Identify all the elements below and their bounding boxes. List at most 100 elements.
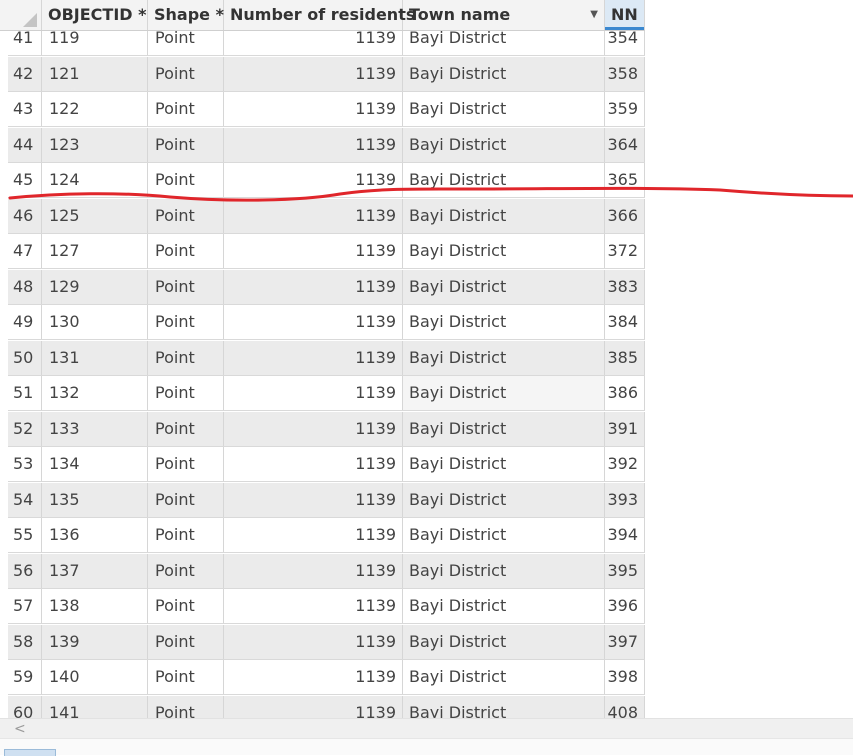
shape-cell[interactable]: Point: [148, 412, 224, 446]
residents-cell[interactable]: 1139: [224, 518, 403, 552]
dropdown-arrow-icon[interactable]: ▼: [590, 0, 598, 30]
objectid-cell[interactable]: 141: [42, 696, 148, 719]
residents-cell[interactable]: 1139: [224, 589, 403, 623]
residents-cell[interactable]: 1139: [224, 341, 403, 375]
town-cell[interactable]: Bayi District: [403, 518, 605, 552]
town-cell[interactable]: Bayi District: [403, 447, 605, 481]
table-row[interactable]: 43122Point1139Bayi District359: [8, 92, 645, 127]
row-number[interactable]: 55: [8, 518, 42, 552]
table-row[interactable]: 54135Point1139Bayi District393: [8, 483, 645, 518]
shape-cell[interactable]: Point: [148, 447, 224, 481]
horizontal-scrollbar[interactable]: <: [0, 718, 853, 739]
row-number[interactable]: 59: [8, 660, 42, 694]
shape-cell[interactable]: Point: [148, 199, 224, 233]
row-number[interactable]: 53: [8, 447, 42, 481]
table-row[interactable]: 60141Point1139Bayi District408: [8, 696, 645, 719]
nn-cell[interactable]: 395: [605, 554, 645, 588]
shape-cell[interactable]: Point: [148, 128, 224, 162]
town-cell[interactable]: Bayi District: [403, 589, 605, 623]
scroll-left-icon[interactable]: <: [14, 719, 26, 739]
shape-cell[interactable]: Point: [148, 92, 224, 126]
objectid-cell[interactable]: 127: [42, 234, 148, 268]
residents-cell[interactable]: 1139: [224, 92, 403, 126]
objectid-cell[interactable]: 138: [42, 589, 148, 623]
table-row[interactable]: 47127Point1139Bayi District372: [8, 234, 645, 269]
town-cell[interactable]: Bayi District: [403, 554, 605, 588]
row-number[interactable]: 56: [8, 554, 42, 588]
row-number[interactable]: 50: [8, 341, 42, 375]
town-cell[interactable]: Bayi District: [403, 660, 605, 694]
nn-cell[interactable]: 408: [605, 696, 645, 719]
town-cell[interactable]: Bayi District: [403, 696, 605, 719]
table-row[interactable]: 48129Point1139Bayi District383: [8, 270, 645, 305]
table-row[interactable]: 55136Point1139Bayi District394: [8, 518, 645, 553]
objectid-cell[interactable]: 121: [42, 57, 148, 91]
town-cell[interactable]: Bayi District: [403, 376, 605, 410]
table-row[interactable]: 56137Point1139Bayi District395: [8, 554, 645, 589]
shape-cell[interactable]: Point: [148, 305, 224, 339]
shape-cell[interactable]: Point: [148, 234, 224, 268]
objectid-cell[interactable]: 136: [42, 518, 148, 552]
objectid-cell[interactable]: 139: [42, 625, 148, 659]
shape-cell[interactable]: Point: [148, 270, 224, 304]
nn-cell[interactable]: 393: [605, 483, 645, 517]
residents-cell[interactable]: 1139: [224, 57, 403, 91]
objectid-cell[interactable]: 133: [42, 412, 148, 446]
row-number[interactable]: 52: [8, 412, 42, 446]
nn-cell[interactable]: 372: [605, 234, 645, 268]
row-number[interactable]: 60: [8, 696, 42, 719]
objectid-cell[interactable]: 134: [42, 447, 148, 481]
row-number[interactable]: 58: [8, 625, 42, 659]
row-number[interactable]: 46: [8, 199, 42, 233]
row-number[interactable]: 49: [8, 305, 42, 339]
row-number[interactable]: 47: [8, 234, 42, 268]
shape-cell[interactable]: Point: [148, 696, 224, 719]
town-cell[interactable]: Bayi District: [403, 625, 605, 659]
residents-cell[interactable]: 1139: [224, 447, 403, 481]
nn-cell[interactable]: 392: [605, 447, 645, 481]
residents-cell[interactable]: 1139: [224, 305, 403, 339]
residents-cell[interactable]: 1139: [224, 483, 403, 517]
nn-cell[interactable]: 365: [605, 163, 645, 197]
town-cell[interactable]: Bayi District: [403, 341, 605, 375]
town-cell[interactable]: Bayi District: [403, 270, 605, 304]
town-cell[interactable]: Bayi District: [403, 92, 605, 126]
nn-cell[interactable]: 366: [605, 199, 645, 233]
town-cell[interactable]: Bayi District: [403, 305, 605, 339]
row-number[interactable]: 44: [8, 128, 42, 162]
objectid-cell[interactable]: 129: [42, 270, 148, 304]
objectid-cell[interactable]: 124: [42, 163, 148, 197]
nn-cell[interactable]: 391: [605, 412, 645, 446]
shape-cell[interactable]: Point: [148, 163, 224, 197]
shape-cell[interactable]: Point: [148, 660, 224, 694]
residents-cell[interactable]: 1139: [224, 554, 403, 588]
objectid-cell[interactable]: 130: [42, 305, 148, 339]
row-number[interactable]: 54: [8, 483, 42, 517]
nn-cell[interactable]: 364: [605, 128, 645, 162]
column-header-residents[interactable]: Number of residents: [224, 0, 403, 30]
row-number[interactable]: 48: [8, 270, 42, 304]
nn-cell[interactable]: 358: [605, 57, 645, 91]
residents-cell[interactable]: 1139: [224, 128, 403, 162]
residents-cell[interactable]: 1139: [224, 412, 403, 446]
nn-cell[interactable]: 385: [605, 341, 645, 375]
table-row[interactable]: 49130Point1139Bayi District384: [8, 305, 645, 340]
town-cell[interactable]: Bayi District: [403, 163, 605, 197]
table-tab[interactable]: [4, 749, 56, 756]
table-row[interactable]: 53134Point1139Bayi District392: [8, 447, 645, 482]
nn-cell[interactable]: 394: [605, 518, 645, 552]
table-row[interactable]: 42121Point1139Bayi District358: [8, 57, 645, 92]
table-row[interactable]: 50131Point1139Bayi District385: [8, 341, 645, 376]
nn-cell[interactable]: 398: [605, 660, 645, 694]
row-number[interactable]: 51: [8, 376, 42, 410]
town-cell[interactable]: Bayi District: [403, 483, 605, 517]
town-cell[interactable]: Bayi District: [403, 128, 605, 162]
column-header-shape[interactable]: Shape *: [148, 0, 224, 30]
shape-cell[interactable]: Point: [148, 376, 224, 410]
nn-cell[interactable]: 384: [605, 305, 645, 339]
town-cell[interactable]: Bayi District: [403, 412, 605, 446]
objectid-cell[interactable]: 137: [42, 554, 148, 588]
table-row[interactable]: 59140Point1139Bayi District398: [8, 660, 645, 695]
select-all-cell[interactable]: [8, 0, 42, 30]
shape-cell[interactable]: Point: [148, 554, 224, 588]
